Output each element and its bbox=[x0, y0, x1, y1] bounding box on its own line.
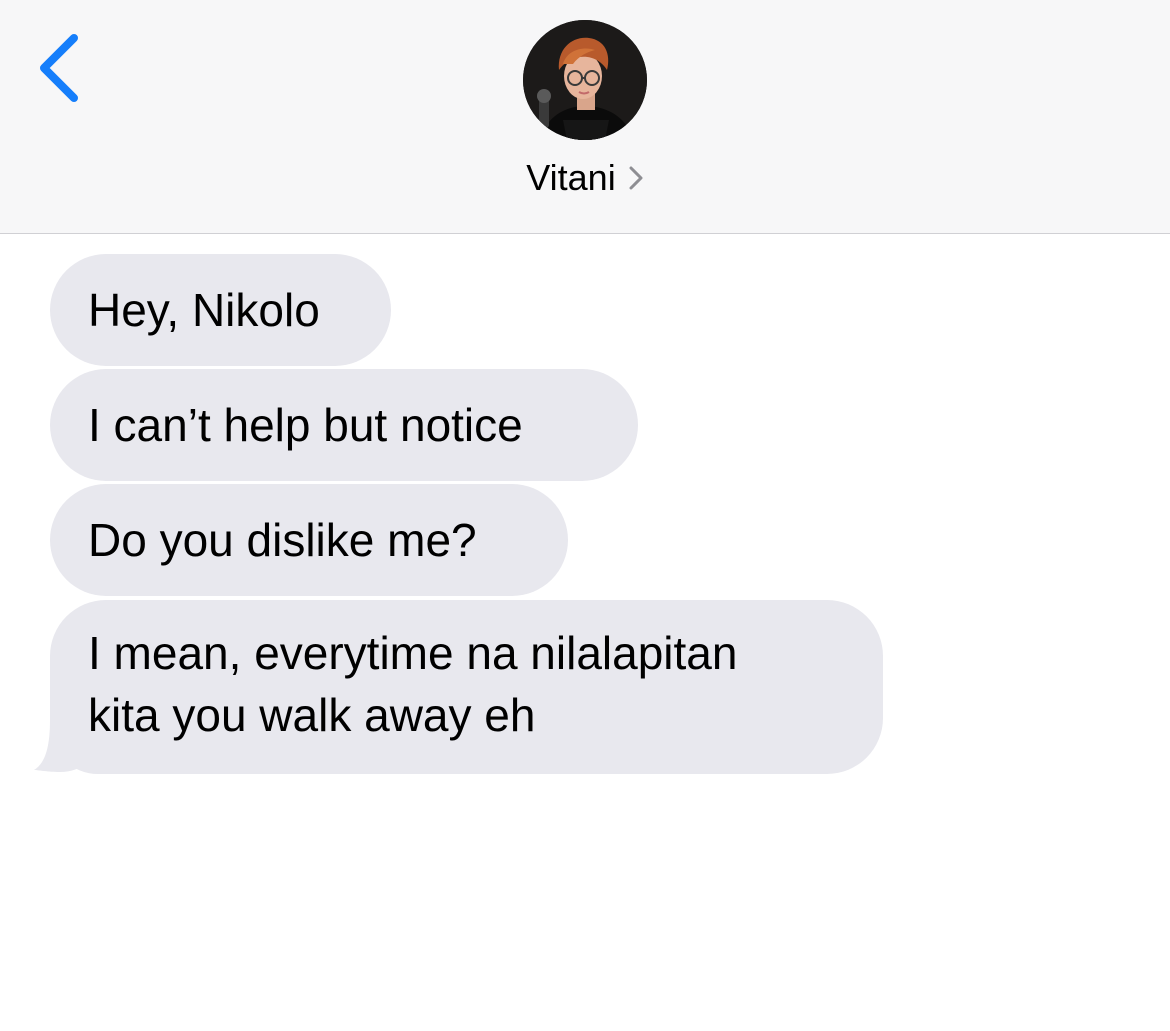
avatar[interactable] bbox=[523, 20, 647, 140]
chevron-left-icon bbox=[40, 34, 78, 102]
contact-photo bbox=[523, 20, 647, 140]
back-button[interactable] bbox=[28, 28, 92, 108]
incoming-message-bubble[interactable]: Hey, Nikolo bbox=[50, 254, 391, 366]
chevron-right-icon bbox=[628, 164, 644, 192]
incoming-message-bubble[interactable]: Do you dislike me? bbox=[50, 484, 568, 596]
incoming-message-bubble[interactable]: I can’t help but notice bbox=[50, 369, 638, 481]
contact-name: Vitani bbox=[526, 157, 616, 198]
incoming-message-bubble[interactable]: I mean, everytime na nilalapitan kita yo… bbox=[50, 600, 883, 774]
contact-name-button[interactable]: Vitani bbox=[0, 150, 1170, 206]
conversation-header: Vitani bbox=[0, 0, 1170, 234]
